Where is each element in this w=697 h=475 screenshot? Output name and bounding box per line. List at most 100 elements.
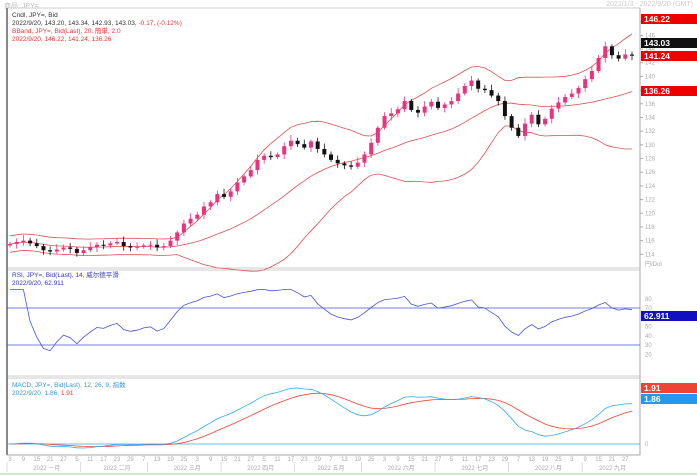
candle-body <box>101 244 106 246</box>
candle-body <box>34 243 39 247</box>
day-tick: 29 <box>314 457 321 463</box>
candle-body <box>8 244 12 246</box>
day-tick: 25 <box>368 457 375 463</box>
candle-body <box>342 163 347 166</box>
price-box-last: 143.03 <box>641 38 697 48</box>
day-tick: 27 <box>435 457 442 463</box>
candle-body <box>516 127 521 136</box>
day-tick: 29 <box>127 457 134 463</box>
rsi-tick-label: 80 <box>645 297 652 303</box>
rsi-legend-title: RSI, JPY=, Bid(Last), 14, 威尔德平滑 <box>12 272 119 279</box>
candle-body <box>115 242 120 244</box>
candle-body <box>456 93 461 102</box>
candle-body <box>549 108 554 119</box>
day-tick: 15 <box>408 457 415 463</box>
legend-series: Cndl, JPY=, Bid <box>12 12 58 19</box>
y-tick-label: 116 <box>645 239 655 245</box>
month-label: 2022 六月 <box>388 464 415 472</box>
candle-body <box>81 250 86 253</box>
candle-body <box>583 79 588 89</box>
candle-body <box>415 109 420 113</box>
candle-body <box>228 191 233 197</box>
day-tick: 3 <box>383 457 387 463</box>
day-tick: 9 <box>584 457 588 463</box>
macd-tick-label: 0 <box>645 442 649 448</box>
main-panel <box>6 7 641 269</box>
y-tick-label: 134 <box>645 115 656 121</box>
candle-body <box>88 247 93 251</box>
day-tick: 25 <box>181 457 188 463</box>
axis-unit: 円/Dol <box>645 261 662 268</box>
y-tick-label: 142 <box>645 61 656 67</box>
day-tick: 29 <box>502 457 509 463</box>
rsi-tick-label: 50 <box>645 325 652 331</box>
rsi-tick-label: 20 <box>645 352 652 358</box>
day-tick: 5 <box>75 457 79 463</box>
candle-body <box>235 182 240 192</box>
day-tick: 19 <box>542 457 549 463</box>
y-tick-label: 128 <box>645 157 656 163</box>
candle-body <box>61 247 66 250</box>
day-tick: 11 <box>274 457 281 463</box>
day-tick: 19 <box>167 457 174 463</box>
macd-legend: MACD, JPY=, Bid(Last), 12, 26, 9, 指数 202… <box>12 382 126 398</box>
candle-body <box>308 141 313 148</box>
candle-body <box>315 141 320 149</box>
candle-body <box>616 55 621 59</box>
candle-body <box>41 246 46 251</box>
month-label: 2022 二月 <box>104 465 131 472</box>
month-label: 2022 三月 <box>174 465 201 472</box>
candle-body <box>375 127 380 143</box>
candle-body <box>322 148 327 155</box>
candle-body <box>462 86 467 94</box>
candle-body <box>28 240 33 244</box>
candle-body <box>108 243 113 246</box>
day-tick: 3 <box>570 457 574 463</box>
candle-body <box>522 123 527 136</box>
y-tick-label: 140 <box>645 74 656 80</box>
candle-body <box>369 142 374 155</box>
candle-body <box>181 223 186 233</box>
macd-legend-title: MACD, JPY=, Bid(Last), 12, 26, 9, 指数 <box>12 382 126 389</box>
candle-body <box>402 101 407 110</box>
candle-body <box>141 245 146 247</box>
candle-body <box>469 80 474 86</box>
candle-body <box>94 244 99 248</box>
candle-body <box>609 46 614 56</box>
price-box-upper: 146.22 <box>641 14 697 24</box>
candle-body <box>275 154 280 158</box>
rsi-tick-label: 40 <box>645 334 652 340</box>
day-tick: 3 <box>8 457 12 463</box>
rsi-legend: RSI, JPY=, Bid(Last), 14, 威尔德平滑 2022/9/2… <box>12 272 119 288</box>
candle-body <box>21 240 26 242</box>
month-label: 2022 五月 <box>318 465 345 472</box>
day-tick: 17 <box>100 457 107 463</box>
candle-body <box>482 88 487 91</box>
candle-body <box>630 54 634 56</box>
day-tick: 27 <box>622 457 629 463</box>
day-tick: 7 <box>517 457 521 463</box>
candle-body <box>603 46 608 58</box>
day-tick: 21 <box>609 457 616 463</box>
month-label: 2022 一月 <box>33 465 60 472</box>
candle-body <box>349 165 354 167</box>
candle-body <box>208 202 213 207</box>
month-label: 2022 四月 <box>247 465 274 472</box>
candle-body <box>48 250 53 252</box>
day-tick: 23 <box>301 457 308 463</box>
candle-body <box>389 113 394 117</box>
candle-body <box>135 246 140 248</box>
day-tick: 9 <box>22 457 26 463</box>
candle-body <box>442 104 447 108</box>
day-tick: 19 <box>354 457 361 463</box>
candle-body <box>74 248 79 253</box>
y-tick-label: 136 <box>645 102 656 108</box>
candle-body <box>529 114 534 124</box>
chart-canvas[interactable]: 1141161181201221241261281301321341361381… <box>0 0 697 475</box>
day-tick: 21 <box>234 457 241 463</box>
candle-body <box>288 140 293 147</box>
candle-body <box>395 109 400 114</box>
candle-body <box>335 159 340 164</box>
y-tick-label: 126 <box>645 170 656 176</box>
candle-body <box>222 194 227 197</box>
